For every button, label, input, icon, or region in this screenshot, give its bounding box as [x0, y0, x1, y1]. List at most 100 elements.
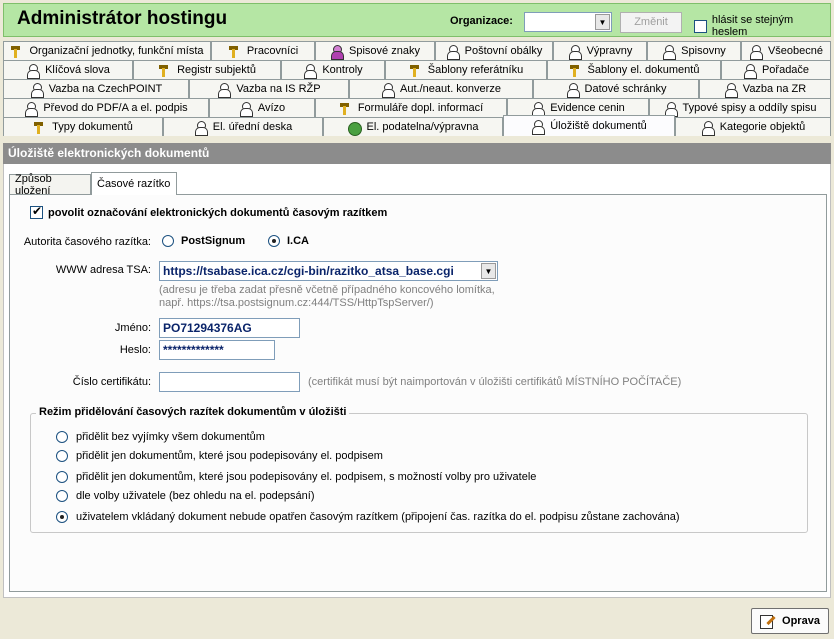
tab-label: Typové spisy a oddíly spisu: [682, 102, 817, 114]
tab-typove-spisy[interactable]: Typové spisy a oddíly spisu: [649, 98, 831, 117]
tab-label: Vazba na ZR: [742, 83, 807, 95]
password-label: Heslo:: [119, 344, 151, 356]
authority-postsignum-radio[interactable]: PostSignum: [162, 235, 245, 247]
radio-icon[interactable]: [56, 431, 68, 443]
tab-uloziste-dokumentu[interactable]: Úložiště dokumentů: [503, 115, 675, 136]
tab-datove-schranky[interactable]: Datové schránky: [533, 79, 699, 98]
person-icon: [30, 82, 44, 98]
tab-label: Šablony el. dokumentů: [587, 64, 700, 76]
mode-option-user-choice[interactable]: dle volby uživatele (bez ohledu na el. p…: [56, 490, 315, 502]
tab-vseobecne[interactable]: Všeobecné: [741, 41, 831, 60]
edit-button[interactable]: Oprava: [751, 608, 829, 634]
section-title: Úložiště elektronických dokumentů: [3, 143, 831, 164]
mode-option-none[interactable]: uživatelem vkládaný dokument nebude opat…: [56, 511, 680, 523]
tab-typy-dokumentu[interactable]: Typy dokumentů: [3, 117, 163, 136]
person-icon: [568, 44, 582, 60]
radio-icon[interactable]: [56, 471, 68, 483]
cert-hint: (certifikát musí být naimportován v úlož…: [308, 376, 682, 388]
url-label: WWW adresa TSA:: [55, 264, 151, 276]
url-hint-1: (adresu je třeba zadat přesně včetně pří…: [159, 284, 495, 296]
chevron-down-icon[interactable]: ▼: [595, 14, 610, 30]
authority-label: Autorita časového razítka:: [23, 236, 151, 248]
tab-organizacni-jednotky[interactable]: Organizační jednotky, funkční místa: [3, 41, 211, 60]
checkbox-icon[interactable]: [30, 204, 43, 219]
mode-option-signed-user-choice[interactable]: přidělit jen dokumentům, které jsou pode…: [56, 471, 536, 483]
person-icon: [303, 63, 318, 79]
enable-timestamp-label: povolit označování elektronických dokume…: [48, 206, 388, 219]
tab-label: Kontroly: [322, 64, 363, 76]
tab-label: Evidence cenin: [550, 102, 625, 114]
person-icon: [24, 101, 39, 117]
tab-label: Datové schránky: [584, 83, 667, 95]
tab-kategorie-objektu[interactable]: Kategorie objektů: [675, 117, 831, 136]
cert-number-input[interactable]: [159, 372, 300, 392]
person-icon: [749, 44, 763, 60]
tab-label: Organizační jednotky, funkční místa: [29, 45, 204, 57]
tab-klicova-slova[interactable]: Klíčová slova: [3, 60, 133, 79]
radio-icon[interactable]: [162, 235, 174, 247]
checkbox-icon[interactable]: [694, 19, 707, 33]
mode-option-label: přidělit bez vyjímky všem dokumentům: [76, 431, 265, 443]
radio-icon[interactable]: [56, 511, 68, 523]
person-icon: [446, 44, 460, 60]
tab-registr-subjektu[interactable]: Registr subjektů: [133, 60, 281, 79]
tab-label: Vazba na CzechPOINT: [48, 83, 163, 95]
tab-postovni-obalky[interactable]: Poštovní obálky: [435, 41, 553, 60]
enable-timestamp-checkbox[interactable]: povolit označování elektronických dokume…: [30, 204, 388, 219]
tsa-url-combobox[interactable]: https://tsabase.ica.cz/cgi-bin/razitko_a…: [159, 261, 498, 281]
chevron-down-icon[interactable]: ▼: [481, 263, 496, 279]
globe-icon: [347, 121, 362, 136]
tab-label: Pracovníci: [246, 45, 299, 57]
change-button[interactable]: Změnit: [620, 12, 682, 33]
name-label: Jméno:: [114, 322, 151, 334]
subtab-zpusob-ulozeni[interactable]: Způsob uložení: [9, 173, 91, 197]
tab-formulare-dopl-informaci[interactable]: Formuláře dopl. informací: [315, 98, 507, 117]
mode-option-label: dle volby uživatele (bez ohledu na el. p…: [76, 490, 315, 502]
tab-vazba-czechpoint[interactable]: Vazba na CzechPOINT: [3, 79, 189, 98]
tab-label: El. úřední deska: [212, 121, 293, 133]
mode-option-signed[interactable]: přidělit jen dokumentům, které jsou pode…: [56, 450, 383, 462]
person-icon: [330, 44, 345, 60]
password-input[interactable]: *************: [159, 340, 275, 360]
subtab-casove-razitko[interactable]: Časové razítko: [91, 172, 177, 195]
authority-ica-label: I.CA: [287, 235, 309, 247]
same-password-checkbox[interactable]: hlásit se stejným heslem: [694, 14, 830, 38]
tab-label: Avízo: [257, 102, 286, 114]
radio-icon[interactable]: [56, 450, 68, 462]
tool-icon: [409, 64, 422, 77]
tab-aut-neaut-konverze[interactable]: Aut./neaut. konverze: [349, 79, 533, 98]
tab-vazba-is-rzp[interactable]: Vazba na IS RŽP: [189, 79, 349, 98]
edit-icon: [760, 614, 776, 629]
tab-pracovnici[interactable]: Pracovníci: [211, 41, 315, 60]
authority-ica-radio[interactable]: I.CA: [268, 235, 309, 247]
tab-el-podatelna[interactable]: El. podatelna/výpravna: [323, 117, 503, 136]
tab-avizo[interactable]: Avízo: [209, 98, 315, 117]
tab-label: Všeobecné: [767, 45, 824, 57]
tab-vypravny[interactable]: Výpravny: [553, 41, 647, 60]
tab-poradace[interactable]: Pořadače: [721, 60, 831, 79]
name-input[interactable]: PO71294376AG: [159, 318, 300, 338]
person-icon: [566, 82, 580, 98]
mode-legend: Režim přidělování časových razítek dokum…: [36, 406, 350, 418]
tab-label: Typy dokumentů: [52, 121, 133, 133]
mode-option-all[interactable]: přidělit bez vyjímky všem dokumentům: [56, 431, 265, 443]
tab-kontroly[interactable]: Kontroly: [281, 60, 385, 79]
organization-select[interactable]: ▼: [524, 12, 612, 32]
tab-label: Šablony referátníku: [427, 64, 524, 76]
radio-icon[interactable]: [268, 235, 280, 247]
tab-spisovny[interactable]: Spisovny: [647, 41, 741, 60]
radio-icon[interactable]: [56, 490, 68, 502]
tab-vazba-na-zr[interactable]: Vazba na ZR: [699, 79, 831, 98]
tab-sablony-referatniku[interactable]: Šablony referátníku: [385, 60, 547, 79]
tab-prevod-pdfa[interactable]: Převod do PDF/A a el. podpis: [3, 98, 209, 117]
tab-spisove-znaky[interactable]: Spisové znaky: [315, 41, 435, 60]
mode-option-label: přidělit jen dokumentům, které jsou pode…: [76, 450, 383, 462]
tab-label: Formuláře dopl. informací: [357, 102, 484, 114]
cert-label: Číslo certifikátu:: [72, 376, 151, 388]
app-title: Administrátor hostingu: [17, 8, 228, 29]
tab-label: Pořadače: [761, 64, 810, 76]
tab-el-uredni-deska[interactable]: El. úřední deska: [163, 117, 323, 136]
tab-sablony-el-dokumentu[interactable]: Šablony el. dokumentů: [547, 60, 721, 79]
person-icon: [531, 119, 546, 135]
tab-label: El. podatelna/výpravna: [366, 121, 479, 133]
